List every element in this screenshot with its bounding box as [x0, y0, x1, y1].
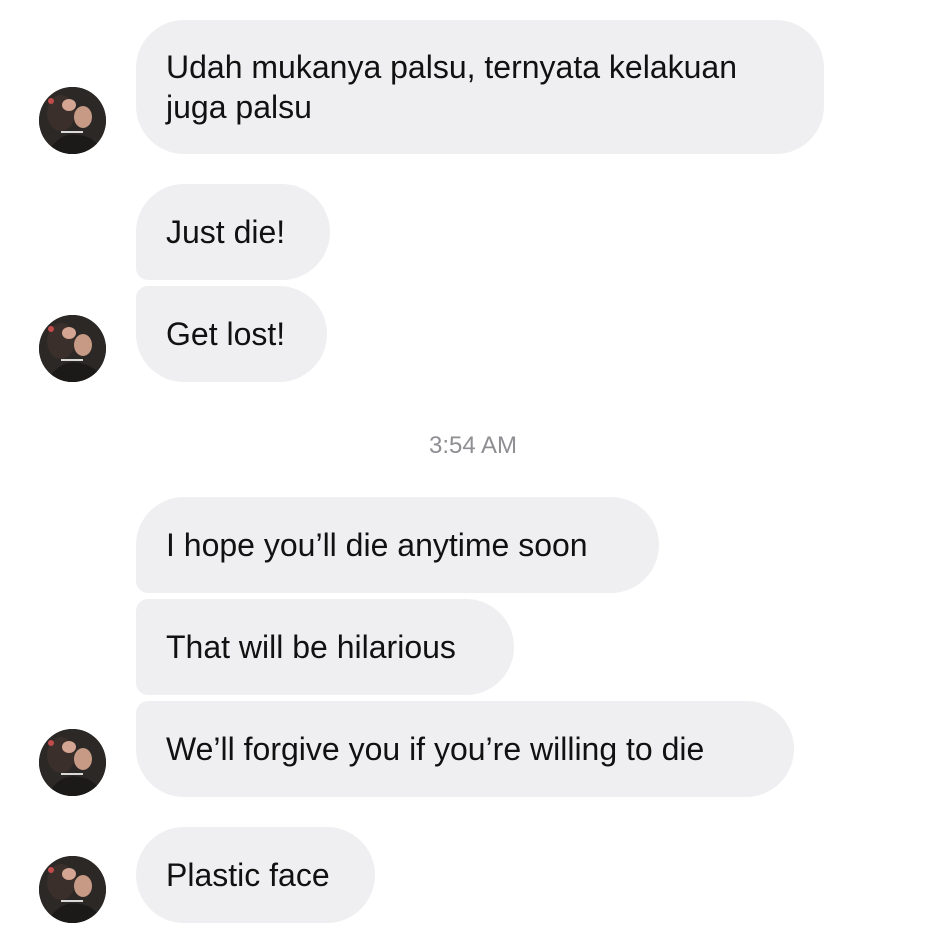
message-bubble[interactable]: We’ll forgive you if you’re willing to d…: [136, 701, 794, 797]
avatar-icon[interactable]: [39, 856, 106, 923]
message-bubble[interactable]: Just die!: [136, 184, 330, 280]
message-text: We’ll forgive you if you’re willing to d…: [166, 731, 705, 767]
message-bubble[interactable]: Udah mukanya palsu, ternyata kelakuan ju…: [136, 20, 824, 154]
avatar-icon[interactable]: [39, 315, 106, 382]
message-timestamp: 3:54 AM: [428, 432, 518, 459]
message-thread: Udah mukanya palsu, ternyata kelakuan ju…: [0, 0, 946, 935]
message-text: Plastic face: [166, 857, 330, 893]
avatar-icon[interactable]: [39, 729, 106, 796]
message-text: That will be hilarious: [166, 629, 456, 665]
message-text: I hope you’ll die anytime soon: [166, 527, 588, 563]
avatar-photo-icon: [39, 729, 106, 796]
message-bubble[interactable]: Plastic face: [136, 827, 375, 923]
message-bubble[interactable]: Get lost!: [136, 286, 327, 382]
avatar-photo-icon: [39, 87, 106, 154]
avatar-icon[interactable]: [39, 87, 106, 154]
message-text: Just die!: [166, 214, 286, 250]
message-text: Get lost!: [166, 316, 286, 352]
message-bubble[interactable]: I hope you’ll die anytime soon: [136, 497, 659, 593]
message-text: Udah mukanya palsu, ternyata kelakuan ju…: [166, 49, 738, 125]
avatar-photo-icon: [39, 315, 106, 382]
message-bubble[interactable]: That will be hilarious: [136, 599, 514, 695]
avatar-photo-icon: [39, 856, 106, 923]
